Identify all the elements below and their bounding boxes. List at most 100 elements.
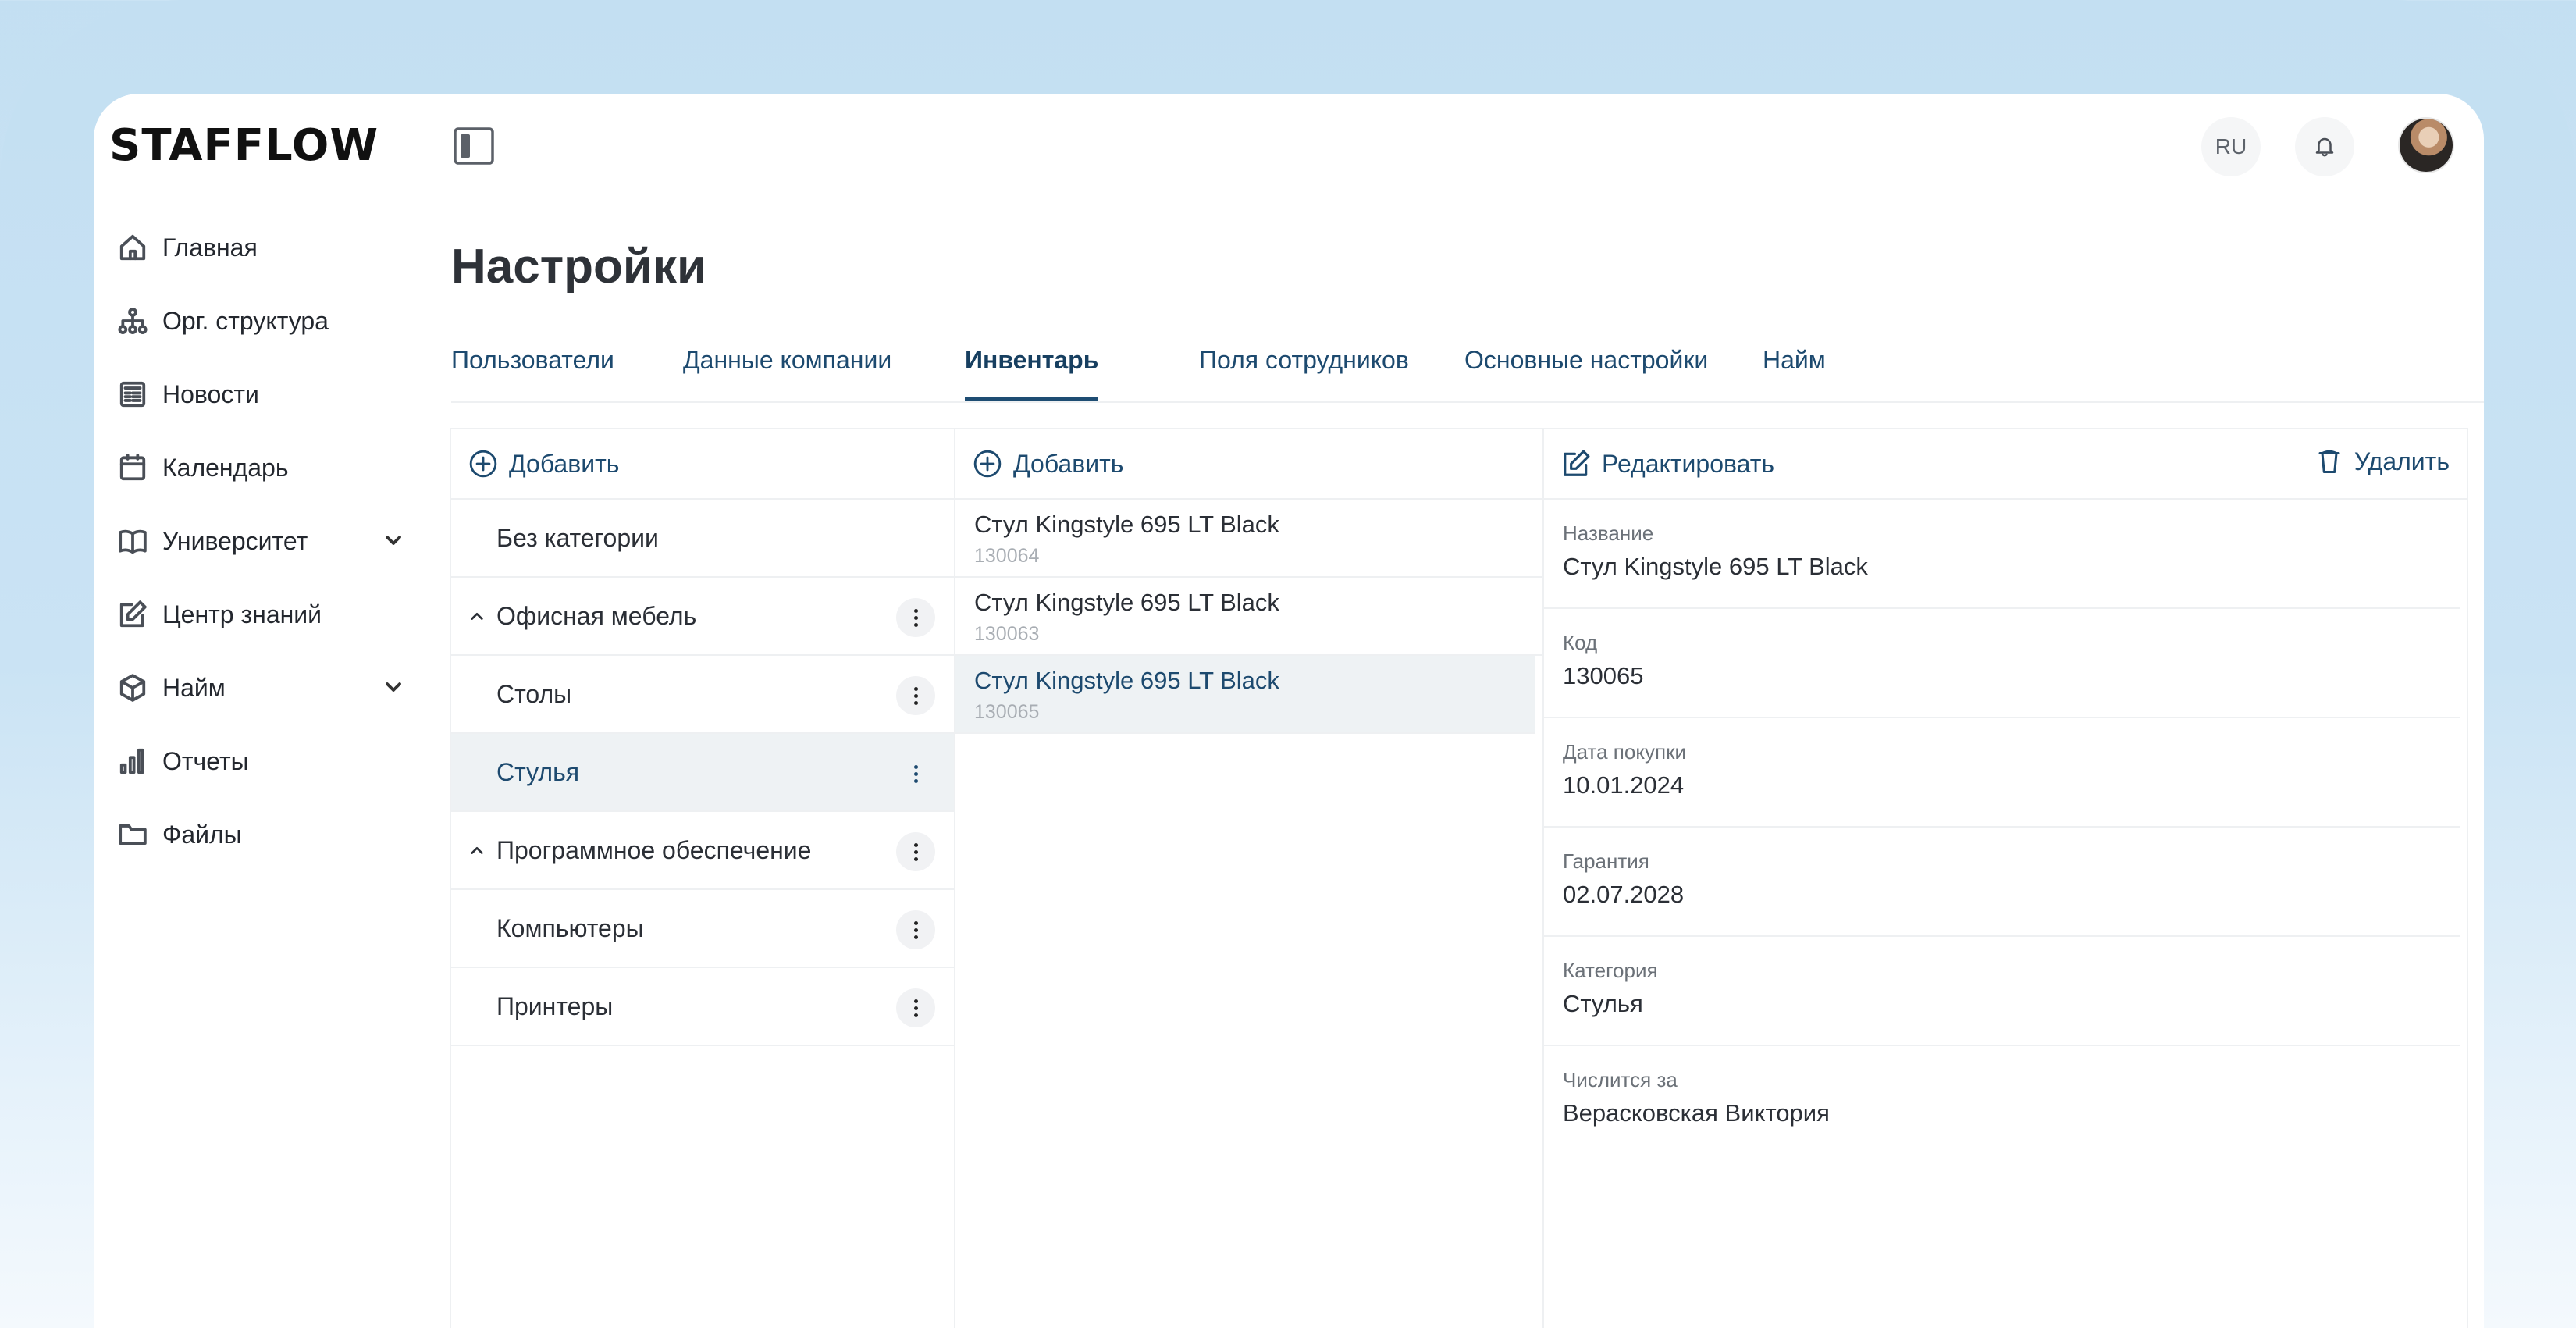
list-item[interactable]: Стул Kingstyle 695 LT Black 130065: [955, 656, 1535, 734]
detail-field-warranty: Гарантия 02.07.2028: [1544, 828, 2460, 937]
field-label: Числится за: [1563, 1068, 1678, 1091]
sidebar-item-knowledge-center[interactable]: Центр знаний: [117, 578, 429, 651]
kebab-icon: [913, 607, 918, 628]
category-label: Компьютеры: [496, 913, 644, 942]
detail-field-purchase-date: Дата покупки 10.01.2024: [1544, 718, 2460, 828]
category-label: Программное обеспечение: [496, 835, 812, 864]
sidebar-item-calendar[interactable]: Календарь: [117, 431, 429, 504]
avatar[interactable]: [2398, 117, 2454, 173]
sidebar-item-files[interactable]: Файлы: [117, 798, 429, 871]
field-value: Верасковская Виктория: [1563, 1099, 1830, 1127]
sidebar-item-label: Новости: [162, 379, 259, 408]
more-options-button[interactable]: [896, 754, 935, 793]
category-row[interactable]: Принтеры: [451, 968, 954, 1046]
kebab-icon: [913, 920, 918, 941]
delete-button[interactable]: Удалить: [2315, 447, 2450, 476]
tab-employee-fields[interactable]: Поля сотрудников: [1199, 342, 1409, 403]
category-label: Стулья: [496, 757, 580, 786]
book-icon: [117, 525, 148, 557]
sidebar-item-label: Университет: [162, 526, 308, 555]
add-item-button[interactable]: Добавить: [973, 449, 1123, 479]
sidebar-item-label: Календарь: [162, 453, 289, 482]
tab-hiring[interactable]: Найм: [1763, 342, 1826, 403]
field-label: Гарантия: [1563, 849, 1649, 873]
categories-panel-header: Добавить: [451, 429, 954, 500]
details-panel: Редактировать Удалить Название Стул King…: [1542, 428, 2468, 1328]
category-row[interactable]: Стулья: [451, 734, 954, 812]
cube-icon: [117, 672, 148, 703]
plus-circle-icon: [469, 450, 497, 478]
item-code: 130065: [974, 701, 1040, 723]
sidebar-toggle-icon[interactable]: [453, 126, 495, 166]
category-row[interactable]: Без категории: [451, 500, 954, 578]
home-icon: [117, 232, 148, 263]
add-category-label: Добавить: [509, 449, 620, 478]
tab-general-settings[interactable]: Основные настройки: [1464, 342, 1708, 403]
list-item[interactable]: Стул Kingstyle 695 LT Black 130064: [955, 500, 1542, 578]
details-panel-header: Редактировать Удалить: [1544, 429, 2467, 500]
calendar-icon: [117, 452, 148, 483]
category-row[interactable]: Офисная мебель: [451, 578, 954, 656]
detail-field-category: Категория Стулья: [1544, 937, 2460, 1046]
field-label: Категория: [1563, 959, 1658, 982]
category-label: Офисная мебель: [496, 601, 697, 630]
tab-company-data[interactable]: Данные компании: [683, 342, 891, 403]
sidebar-item-home[interactable]: Главная: [117, 211, 429, 284]
item-name: Стул Kingstyle 695 LT Black: [974, 667, 1279, 694]
news-icon: [117, 379, 148, 410]
add-category-button[interactable]: Добавить: [468, 449, 619, 479]
tab-inventory[interactable]: Инвентарь: [965, 342, 1099, 403]
add-item-label: Добавить: [1013, 449, 1124, 478]
folder-icon: [117, 819, 148, 850]
detail-field-code: Код 130065: [1544, 609, 2460, 718]
notifications-button[interactable]: [2295, 117, 2354, 176]
edit-button[interactable]: Редактировать: [1561, 449, 1774, 479]
bell-icon: [2315, 137, 2334, 157]
sidebar-item-label: Орг. структура: [162, 306, 329, 335]
delete-label: Удалить: [2354, 447, 2450, 475]
more-options-button[interactable]: [896, 598, 935, 637]
org-structure-icon: [117, 305, 148, 336]
kebab-icon: [913, 685, 918, 707]
sidebar-item-hiring[interactable]: Найм: [117, 651, 429, 725]
kebab-icon: [913, 998, 918, 1019]
more-options-button[interactable]: [896, 676, 935, 715]
tab-users[interactable]: Пользователи: [451, 342, 614, 403]
edit-label: Редактировать: [1602, 449, 1775, 478]
app-logo[interactable]: STAFFLOW: [109, 120, 379, 171]
sidebar: STAFFLOW Главная Орг. структура Новости: [94, 94, 425, 1328]
plus-circle-icon: [973, 450, 1002, 478]
chevron-up-icon[interactable]: [468, 609, 486, 623]
item-code: 130063: [974, 623, 1040, 645]
chevron-down-icon[interactable]: [381, 675, 406, 700]
category-row[interactable]: Программное обеспечение: [451, 812, 954, 890]
category-label: Принтеры: [496, 992, 614, 1020]
more-options-button[interactable]: [896, 910, 935, 949]
sidebar-item-reports[interactable]: Отчеты: [117, 725, 429, 798]
kebab-icon: [913, 764, 918, 785]
edit-icon: [117, 599, 148, 630]
edit-icon: [1564, 450, 1590, 476]
field-value: 02.07.2028: [1563, 881, 1685, 908]
more-options-button[interactable]: [896, 988, 935, 1027]
list-item[interactable]: Стул Kingstyle 695 LT Black 130063: [955, 578, 1542, 656]
sidebar-item-university[interactable]: Университет: [117, 504, 429, 578]
sidebar-item-label: Центр знаний: [162, 600, 322, 628]
chevron-down-icon[interactable]: [381, 528, 406, 553]
field-value: Стул Kingstyle 695 LT Black: [1563, 553, 1868, 580]
sidebar-item-org-structure[interactable]: Орг. структура: [117, 284, 429, 358]
category-row[interactable]: Столы: [451, 656, 954, 734]
item-name: Стул Kingstyle 695 LT Black: [974, 589, 1279, 616]
more-options-button[interactable]: [896, 832, 935, 871]
sidebar-item-news[interactable]: Новости: [117, 358, 429, 431]
categories-panel: Добавить Без категории Офисная мебель Ст…: [450, 428, 955, 1328]
field-value: Стулья: [1563, 990, 1643, 1017]
sidebar-nav: Главная Орг. структура Новости Календарь: [117, 211, 429, 871]
bar-chart-icon: [117, 746, 148, 777]
field-label: Дата покупки: [1563, 740, 1686, 764]
category-label: Столы: [496, 679, 572, 708]
category-row[interactable]: Компьютеры: [451, 890, 954, 968]
detail-field-assigned-to: Числится за Верасковская Виктория: [1544, 1046, 2460, 1155]
chevron-up-icon[interactable]: [468, 843, 486, 857]
language-switcher[interactable]: RU: [2201, 117, 2261, 176]
